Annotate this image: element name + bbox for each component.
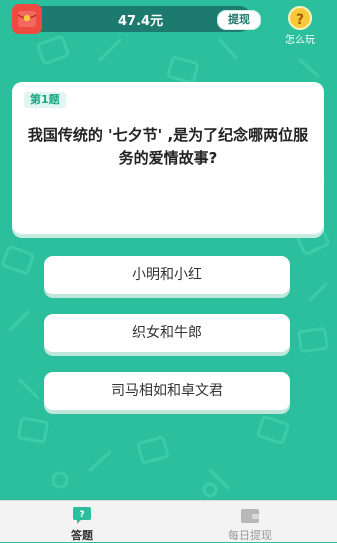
question-bubble-icon: ?: [71, 507, 93, 525]
red-envelope-icon: [17, 11, 37, 27]
background-pattern: [0, 0, 337, 500]
how-to-play-label: 怎么玩: [285, 35, 315, 46]
question-mark-icon: ?: [288, 6, 312, 30]
top-bar: 47.4元 提现 ? 怎么玩: [0, 0, 337, 46]
svg-text:?: ?: [79, 510, 84, 520]
wallet-icon: [239, 507, 261, 525]
balance-bar: 47.4元 提现: [12, 4, 261, 34]
answer-option-2[interactable]: 织女和牛郎: [44, 314, 290, 352]
tab-answer[interactable]: ? 答题: [42, 507, 122, 543]
question-card: 第1题 我国传统的 '七夕节' ,是为了纪念哪两位服务的爱情故事?: [12, 82, 324, 234]
bottom-nav: ? 答题 每日提现: [0, 500, 337, 542]
background-doodles: [1, 35, 330, 498]
red-wallet-icon[interactable]: [12, 4, 42, 34]
question-text: 我国传统的 '七夕节' ,是为了纪念哪两位服务的爱情故事?: [27, 126, 309, 167]
question-number-badge: 第1题: [24, 92, 66, 108]
tab-daily-withdraw[interactable]: 每日提现: [210, 507, 290, 543]
answer-option-3[interactable]: 司马相如和卓文君: [44, 372, 290, 410]
balance-amount: 47.4元: [118, 14, 164, 29]
how-to-play-button[interactable]: ? 怎么玩: [280, 6, 320, 46]
answer-option-1[interactable]: 小明和小红: [44, 256, 290, 294]
withdraw-button[interactable]: 提现: [217, 10, 261, 30]
